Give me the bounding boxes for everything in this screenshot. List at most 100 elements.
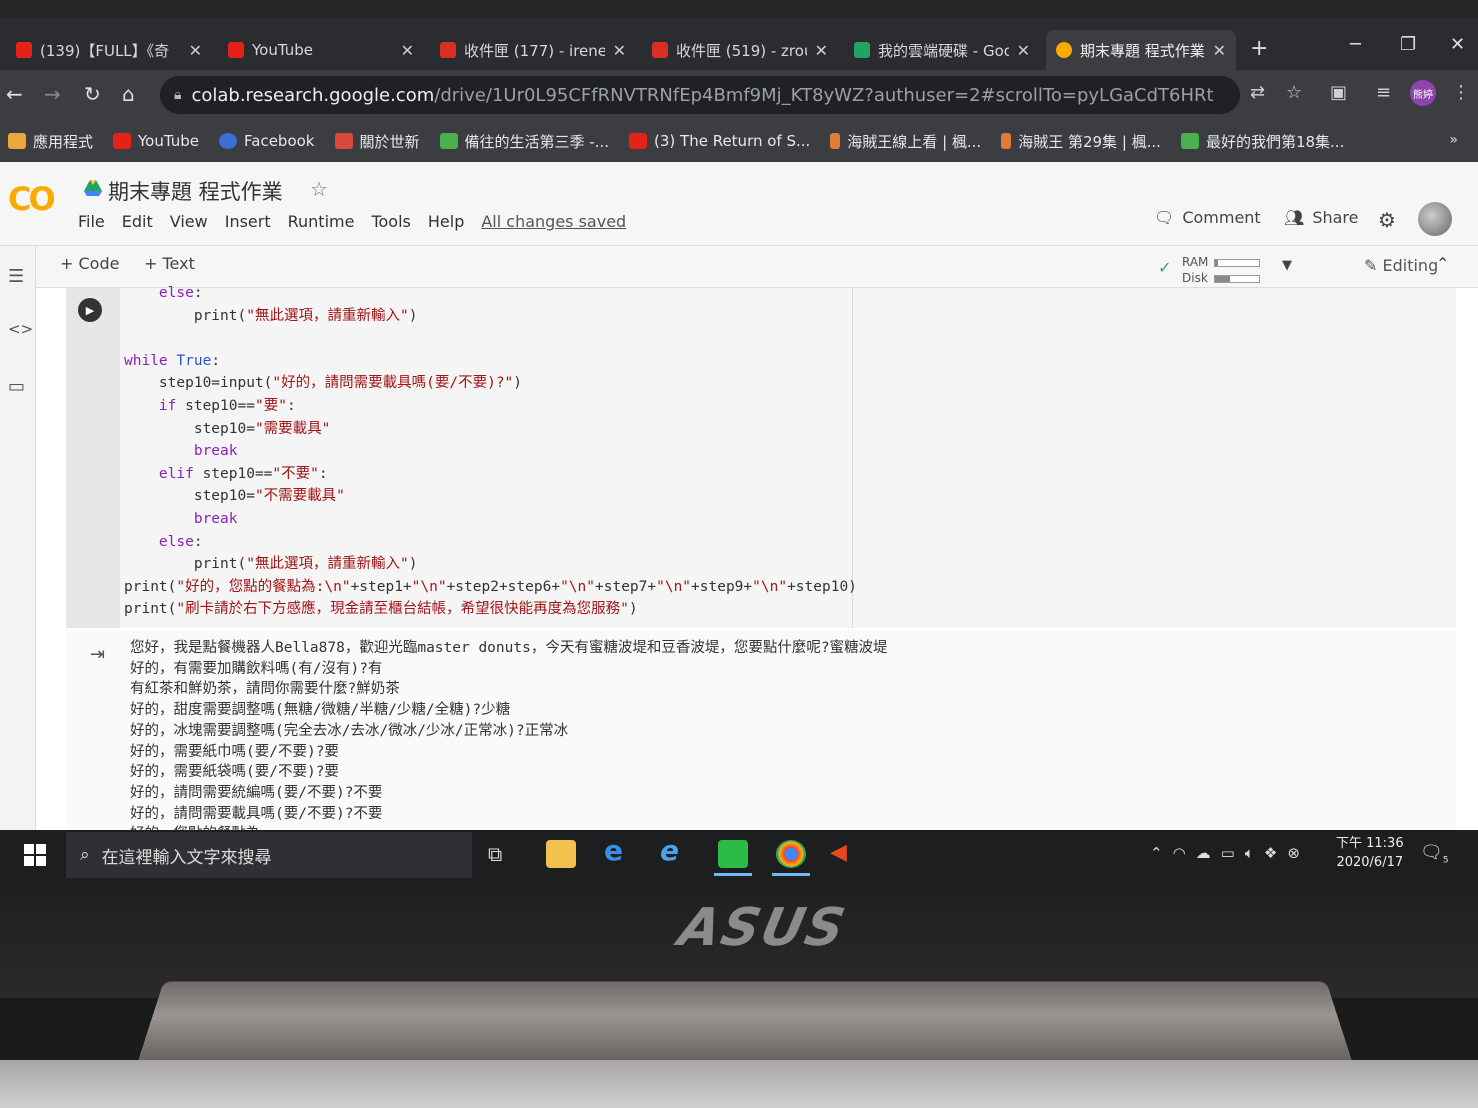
tab-drive[interactable]: 我的雲端硬碟 - Goo ✕ — [844, 30, 1040, 70]
bookmark-apps[interactable]: 應用程式 — [8, 131, 93, 152]
code-line[interactable]: print("刷卡請於右下方感應，現金請至櫃台結帳，希望很快能再度為您服務") — [124, 598, 857, 621]
folder-icon[interactable]: ▭ — [8, 376, 25, 397]
tab-gmail-2[interactable]: 收件匣 (519) - zrou ✕ — [642, 30, 838, 70]
code-line[interactable]: break — [124, 440, 857, 463]
code-line[interactable]: print("好的，您點的餐點為:\n"+step1+"\n"+step2+st… — [124, 576, 857, 599]
volume-icon[interactable]: 🔈︎ — [1245, 844, 1254, 862]
address-bar[interactable]: 🔒︎ colab.research.google.com/drive/1Ur0L… — [160, 76, 1240, 114]
close-icon[interactable]: ✕ — [1017, 41, 1030, 60]
battery-icon[interactable]: ▭ — [1221, 844, 1235, 862]
close-icon[interactable]: ✕ — [1213, 41, 1226, 60]
menu-help[interactable]: Help — [428, 212, 464, 231]
chrome-icon[interactable] — [772, 840, 810, 876]
code-editor[interactable]: else: print("無此選項，請重新輸入") while True: st… — [124, 282, 857, 621]
close-icon[interactable]: ✕ — [189, 41, 202, 60]
tab-colab[interactable]: 期末專題 程式作業 ✕ — [1046, 30, 1236, 70]
bookmark-onepiece-2[interactable]: 海賊王 第29集 | 楓... — [1001, 131, 1161, 152]
chevron-down-icon[interactable]: ▼ — [1282, 258, 1292, 273]
bookmark-show-1[interactable]: 備往的生活第三季 -... — [439, 131, 609, 152]
resource-monitor[interactable]: ✓ RAM Disk — [1156, 254, 1261, 286]
code-line[interactable]: while True: — [124, 350, 857, 373]
edge-icon[interactable]: e — [604, 834, 634, 867]
close-window-button[interactable]: ✕ — [1450, 34, 1465, 55]
translate-icon[interactable]: ⇄ — [1250, 82, 1265, 103]
code-line[interactable]: elif step10=="不要": — [124, 463, 857, 486]
save-status[interactable]: All changes saved — [481, 212, 626, 231]
new-tab-button[interactable]: + — [1250, 36, 1268, 61]
menu-runtime[interactable]: Runtime — [288, 212, 355, 231]
windows-start-icon[interactable] — [24, 844, 46, 866]
colab-icon — [1056, 42, 1072, 58]
code-line[interactable]: print("無此選項，請重新輸入") — [124, 553, 857, 576]
code-snippets-icon[interactable]: <> — [8, 320, 33, 338]
line-app-icon[interactable] — [714, 840, 752, 876]
restore-button[interactable]: ❐ — [1400, 34, 1416, 55]
code-line[interactable]: break — [124, 508, 857, 531]
dropbox-icon[interactable]: ❖ — [1264, 844, 1277, 862]
forward-arrow-icon[interactable]: → — [44, 82, 61, 106]
bookmark-shu[interactable]: 關於世新 — [334, 131, 420, 152]
bookmark-onepiece-1[interactable]: 海賊王線上看 | 楓... — [830, 131, 981, 152]
wifi-icon[interactable]: ◠ — [1173, 844, 1186, 862]
asus-logo: ASUS — [673, 898, 852, 958]
share-button[interactable]: 👥︎ Share — [1284, 208, 1358, 227]
back-arrow-icon[interactable]: ← — [6, 82, 23, 106]
comment-button[interactable]: 🗨︎ Comment — [1154, 208, 1261, 227]
taskbar-search[interactable]: ⌕ 在這裡輸入文字來搜尋 — [66, 832, 472, 878]
tab-youtube-video[interactable]: (139)【FULL】《奇 ✕ — [6, 30, 212, 70]
bookmark-star-icon[interactable]: ☆ — [1286, 82, 1302, 103]
code-line[interactable]: step10="不需要載具" — [124, 485, 857, 508]
reading-list-icon[interactable]: ≡ — [1376, 82, 1391, 103]
menu-insert[interactable]: Insert — [225, 212, 271, 231]
profile-avatar[interactable]: 熊婷 — [1410, 80, 1436, 106]
star-icon[interactable]: ☆ — [310, 177, 328, 201]
bookmarks-overflow-icon[interactable]: » — [1449, 132, 1458, 148]
reload-icon[interactable]: ↻ — [84, 82, 101, 106]
menu-file[interactable]: File — [78, 212, 105, 231]
notification-icon[interactable]: 🗨︎5 — [1420, 842, 1449, 866]
add-code-button[interactable]: + Code — [60, 254, 119, 273]
bookmark-youtube-video[interactable]: (3) The Return of S... — [629, 132, 810, 150]
bookmark-show-2[interactable]: 最好的我們第18集... — [1180, 131, 1344, 152]
code-line[interactable]: else: — [124, 282, 857, 305]
taskbar-clock[interactable]: 下午 11:36 2020/6/17 — [1336, 834, 1404, 872]
file-explorer-icon[interactable] — [546, 840, 576, 868]
colab-logo[interactable]: CO — [8, 180, 56, 218]
menu-edit[interactable]: Edit — [122, 212, 153, 231]
home-icon[interactable]: ⌂ — [122, 82, 135, 106]
chevron-up-icon[interactable]: ⌃ — [1150, 844, 1163, 862]
menu-tools[interactable]: Tools — [371, 212, 410, 231]
close-icon[interactable]: ✕ — [815, 41, 828, 60]
gear-icon[interactable]: ⚙ — [1378, 208, 1396, 232]
editing-mode[interactable]: ✎ Editing — [1364, 256, 1438, 275]
table-of-contents-icon[interactable]: ☰ — [8, 266, 24, 287]
extension-icon[interactable]: ▣ — [1330, 82, 1347, 103]
output-clear-icon[interactable]: ⇥ — [90, 644, 105, 665]
bookmark-youtube[interactable]: YouTube — [113, 132, 199, 150]
code-line[interactable]: step10=input("好的，請問需要載具嗎(要/不要)?") — [124, 372, 857, 395]
code-line[interactable]: step10="需要載具" — [124, 418, 857, 441]
minimize-button[interactable]: ─ — [1350, 34, 1361, 55]
code-line[interactable]: if step10=="要": — [124, 395, 857, 418]
tab-gmail-1[interactable]: 收件匣 (177) - irene ✕ — [430, 30, 636, 70]
bookmark-facebook[interactable]: Facebook — [219, 132, 315, 150]
code-line[interactable]: else: — [124, 531, 857, 554]
code-line[interactable]: print("無此選項，請重新輸入") — [124, 305, 857, 328]
avatar[interactable] — [1418, 202, 1452, 236]
cell-gutter — [66, 288, 120, 628]
close-circle-icon[interactable]: ⊗ — [1287, 844, 1300, 862]
menu-view[interactable]: View — [170, 212, 208, 231]
more-menu-icon[interactable]: ⋮ — [1452, 82, 1470, 103]
notebook-title[interactable]: 期末專題 程式作業 — [108, 176, 283, 206]
task-view-icon[interactable]: ⧉ — [488, 842, 518, 870]
internet-explorer-icon[interactable]: e — [660, 834, 690, 867]
add-text-button[interactable]: + Text — [144, 254, 195, 273]
cloud-icon[interactable]: ☁ — [1196, 844, 1211, 862]
media-app-icon[interactable]: ◀ — [830, 840, 860, 868]
run-cell-button[interactable]: ▶ — [78, 298, 102, 322]
code-line[interactable] — [124, 327, 857, 350]
tab-youtube[interactable]: YouTube ✕ — [218, 30, 424, 70]
close-icon[interactable]: ✕ — [613, 41, 626, 60]
close-icon[interactable]: ✕ — [401, 41, 414, 60]
collapse-chevron-icon[interactable]: ⌃ — [1436, 254, 1449, 273]
